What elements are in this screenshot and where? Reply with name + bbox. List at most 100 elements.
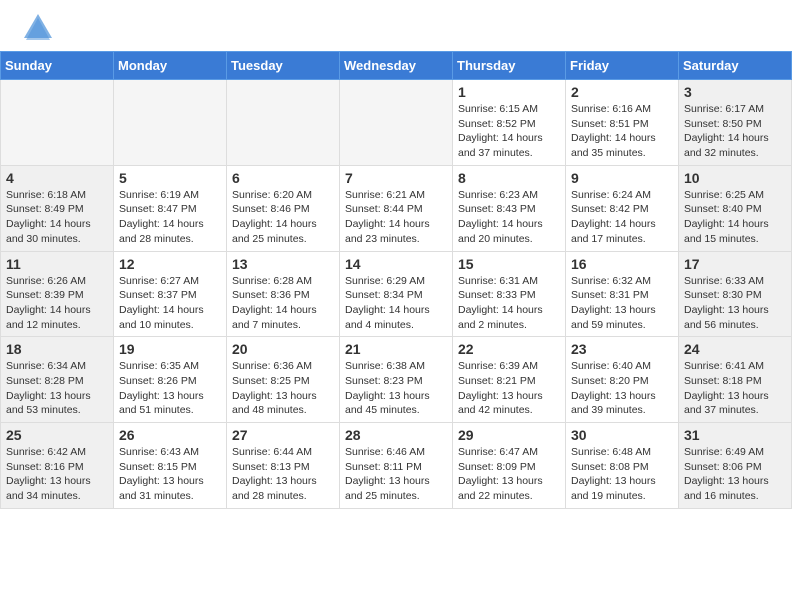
day-number: 29 bbox=[458, 427, 560, 443]
day-number: 30 bbox=[571, 427, 673, 443]
calendar-cell: 14 Sunrise: 6:29 AMSunset: 8:34 PMDayligh… bbox=[340, 251, 453, 337]
day-info: Sunrise: 6:47 AMSunset: 8:09 PMDaylight:… bbox=[458, 445, 560, 504]
calendar-cell: 24 Sunrise: 6:41 AMSunset: 8:18 PMDayligh… bbox=[679, 337, 792, 423]
calendar-cell bbox=[227, 80, 340, 166]
day-info: Sunrise: 6:17 AMSunset: 8:50 PMDaylight:… bbox=[684, 102, 786, 161]
day-info: Sunrise: 6:27 AMSunset: 8:37 PMDaylight:… bbox=[119, 274, 221, 333]
day-info: Sunrise: 6:41 AMSunset: 8:18 PMDaylight:… bbox=[684, 359, 786, 418]
day-info: Sunrise: 6:18 AMSunset: 8:49 PMDaylight:… bbox=[6, 188, 108, 247]
day-info: Sunrise: 6:20 AMSunset: 8:46 PMDaylight:… bbox=[232, 188, 334, 247]
day-number: 18 bbox=[6, 341, 108, 357]
day-info: Sunrise: 6:34 AMSunset: 8:28 PMDaylight:… bbox=[6, 359, 108, 418]
day-number: 1 bbox=[458, 84, 560, 100]
day-number: 14 bbox=[345, 256, 447, 272]
day-info: Sunrise: 6:31 AMSunset: 8:33 PMDaylight:… bbox=[458, 274, 560, 333]
calendar-table: SundayMondayTuesdayWednesdayThursdayFrid… bbox=[0, 51, 792, 509]
calendar-cell: 1 Sunrise: 6:15 AMSunset: 8:52 PMDaylight… bbox=[453, 80, 566, 166]
calendar-cell: 31 Sunrise: 6:49 AMSunset: 8:06 PMDayligh… bbox=[679, 423, 792, 509]
day-number: 8 bbox=[458, 170, 560, 186]
day-number: 15 bbox=[458, 256, 560, 272]
day-number: 12 bbox=[119, 256, 221, 272]
day-number: 25 bbox=[6, 427, 108, 443]
day-number: 28 bbox=[345, 427, 447, 443]
calendar-cell: 27 Sunrise: 6:44 AMSunset: 8:13 PMDayligh… bbox=[227, 423, 340, 509]
calendar-cell: 4 Sunrise: 6:18 AMSunset: 8:49 PMDaylight… bbox=[1, 165, 114, 251]
column-header-wednesday: Wednesday bbox=[340, 52, 453, 80]
calendar-cell: 5 Sunrise: 6:19 AMSunset: 8:47 PMDaylight… bbox=[114, 165, 227, 251]
day-number: 17 bbox=[684, 256, 786, 272]
calendar-cell: 15 Sunrise: 6:31 AMSunset: 8:33 PMDayligh… bbox=[453, 251, 566, 337]
column-header-monday: Monday bbox=[114, 52, 227, 80]
day-number: 26 bbox=[119, 427, 221, 443]
calendar-cell: 22 Sunrise: 6:39 AMSunset: 8:21 PMDayligh… bbox=[453, 337, 566, 423]
day-info: Sunrise: 6:25 AMSunset: 8:40 PMDaylight:… bbox=[684, 188, 786, 247]
calendar-cell: 6 Sunrise: 6:20 AMSunset: 8:46 PMDaylight… bbox=[227, 165, 340, 251]
calendar-cell: 7 Sunrise: 6:21 AMSunset: 8:44 PMDaylight… bbox=[340, 165, 453, 251]
day-info: Sunrise: 6:38 AMSunset: 8:23 PMDaylight:… bbox=[345, 359, 447, 418]
calendar-cell: 19Sunrise: 6:35 AMSunset: 8:26 PMDayligh… bbox=[114, 337, 227, 423]
calendar-cell bbox=[1, 80, 114, 166]
day-info: Sunrise: 6:33 AMSunset: 8:30 PMDaylight:… bbox=[684, 274, 786, 333]
day-number: 9 bbox=[571, 170, 673, 186]
day-number: 11 bbox=[6, 256, 108, 272]
calendar-week-row: 11Sunrise: 6:26 AMSunset: 8:39 PMDayligh… bbox=[1, 251, 792, 337]
page-header bbox=[0, 0, 792, 51]
calendar-week-row: 18 Sunrise: 6:34 AMSunset: 8:28 PMDayligh… bbox=[1, 337, 792, 423]
calendar-week-row: 25 Sunrise: 6:42 AMSunset: 8:16 PMDayligh… bbox=[1, 423, 792, 509]
day-number: 22 bbox=[458, 341, 560, 357]
calendar-cell: 3Sunrise: 6:17 AMSunset: 8:50 PMDaylight… bbox=[679, 80, 792, 166]
day-number: 31 bbox=[684, 427, 786, 443]
day-number: 13 bbox=[232, 256, 334, 272]
day-info: Sunrise: 6:28 AMSunset: 8:36 PMDaylight:… bbox=[232, 274, 334, 333]
day-info: Sunrise: 6:42 AMSunset: 8:16 PMDaylight:… bbox=[6, 445, 108, 504]
logo-icon bbox=[20, 10, 56, 46]
column-header-tuesday: Tuesday bbox=[227, 52, 340, 80]
day-info: Sunrise: 6:43 AMSunset: 8:15 PMDaylight:… bbox=[119, 445, 221, 504]
calendar-cell: 28 Sunrise: 6:46 AMSunset: 8:11 PMDayligh… bbox=[340, 423, 453, 509]
day-number: 5 bbox=[119, 170, 221, 186]
day-number: 19 bbox=[119, 341, 221, 357]
day-info: Sunrise: 6:24 AMSunset: 8:42 PMDaylight:… bbox=[571, 188, 673, 247]
calendar-week-row: 1 Sunrise: 6:15 AMSunset: 8:52 PMDaylight… bbox=[1, 80, 792, 166]
day-number: 7 bbox=[345, 170, 447, 186]
day-info: Sunrise: 6:40 AMSunset: 8:20 PMDaylight:… bbox=[571, 359, 673, 418]
day-info: Sunrise: 6:46 AMSunset: 8:11 PMDaylight:… bbox=[345, 445, 447, 504]
day-number: 24 bbox=[684, 341, 786, 357]
day-info: Sunrise: 6:15 AMSunset: 8:52 PMDaylight:… bbox=[458, 102, 560, 161]
calendar-header-row: SundayMondayTuesdayWednesdayThursdayFrid… bbox=[1, 52, 792, 80]
day-info: Sunrise: 6:48 AMSunset: 8:08 PMDaylight:… bbox=[571, 445, 673, 504]
calendar-cell: 23 Sunrise: 6:40 AMSunset: 8:20 PMDayligh… bbox=[566, 337, 679, 423]
column-header-saturday: Saturday bbox=[679, 52, 792, 80]
calendar-cell: 30 Sunrise: 6:48 AMSunset: 8:08 PMDayligh… bbox=[566, 423, 679, 509]
calendar-cell: 26 Sunrise: 6:43 AMSunset: 8:15 PMDayligh… bbox=[114, 423, 227, 509]
day-info: Sunrise: 6:36 AMSunset: 8:25 PMDaylight:… bbox=[232, 359, 334, 418]
calendar-week-row: 4 Sunrise: 6:18 AMSunset: 8:49 PMDaylight… bbox=[1, 165, 792, 251]
calendar-cell: 16Sunrise: 6:32 AMSunset: 8:31 PMDayligh… bbox=[566, 251, 679, 337]
day-number: 10 bbox=[684, 170, 786, 186]
day-number: 23 bbox=[571, 341, 673, 357]
day-number: 6 bbox=[232, 170, 334, 186]
calendar-cell: 2Sunrise: 6:16 AMSunset: 8:51 PMDaylight… bbox=[566, 80, 679, 166]
day-number: 27 bbox=[232, 427, 334, 443]
day-number: 2 bbox=[571, 84, 673, 100]
calendar-cell: 10 Sunrise: 6:25 AMSunset: 8:40 PMDayligh… bbox=[679, 165, 792, 251]
calendar-cell bbox=[114, 80, 227, 166]
day-info: Sunrise: 6:32 AMSunset: 8:31 PMDaylight:… bbox=[571, 274, 673, 333]
day-info: Sunrise: 6:44 AMSunset: 8:13 PMDaylight:… bbox=[232, 445, 334, 504]
day-info: Sunrise: 6:23 AMSunset: 8:43 PMDaylight:… bbox=[458, 188, 560, 247]
day-number: 4 bbox=[6, 170, 108, 186]
column-header-thursday: Thursday bbox=[453, 52, 566, 80]
day-number: 20 bbox=[232, 341, 334, 357]
calendar-cell: 11Sunrise: 6:26 AMSunset: 8:39 PMDayligh… bbox=[1, 251, 114, 337]
calendar-cell: 17 Sunrise: 6:33 AMSunset: 8:30 PMDayligh… bbox=[679, 251, 792, 337]
column-header-sunday: Sunday bbox=[1, 52, 114, 80]
day-info: Sunrise: 6:39 AMSunset: 8:21 PMDaylight:… bbox=[458, 359, 560, 418]
calendar-cell: 12 Sunrise: 6:27 AMSunset: 8:37 PMDayligh… bbox=[114, 251, 227, 337]
day-info: Sunrise: 6:49 AMSunset: 8:06 PMDaylight:… bbox=[684, 445, 786, 504]
calendar-cell: 21 Sunrise: 6:38 AMSunset: 8:23 PMDayligh… bbox=[340, 337, 453, 423]
day-number: 21 bbox=[345, 341, 447, 357]
day-info: Sunrise: 6:29 AMSunset: 8:34 PMDaylight:… bbox=[345, 274, 447, 333]
day-info: Sunrise: 6:19 AMSunset: 8:47 PMDaylight:… bbox=[119, 188, 221, 247]
day-info: Sunrise: 6:21 AMSunset: 8:44 PMDaylight:… bbox=[345, 188, 447, 247]
calendar-cell: 25 Sunrise: 6:42 AMSunset: 8:16 PMDayligh… bbox=[1, 423, 114, 509]
